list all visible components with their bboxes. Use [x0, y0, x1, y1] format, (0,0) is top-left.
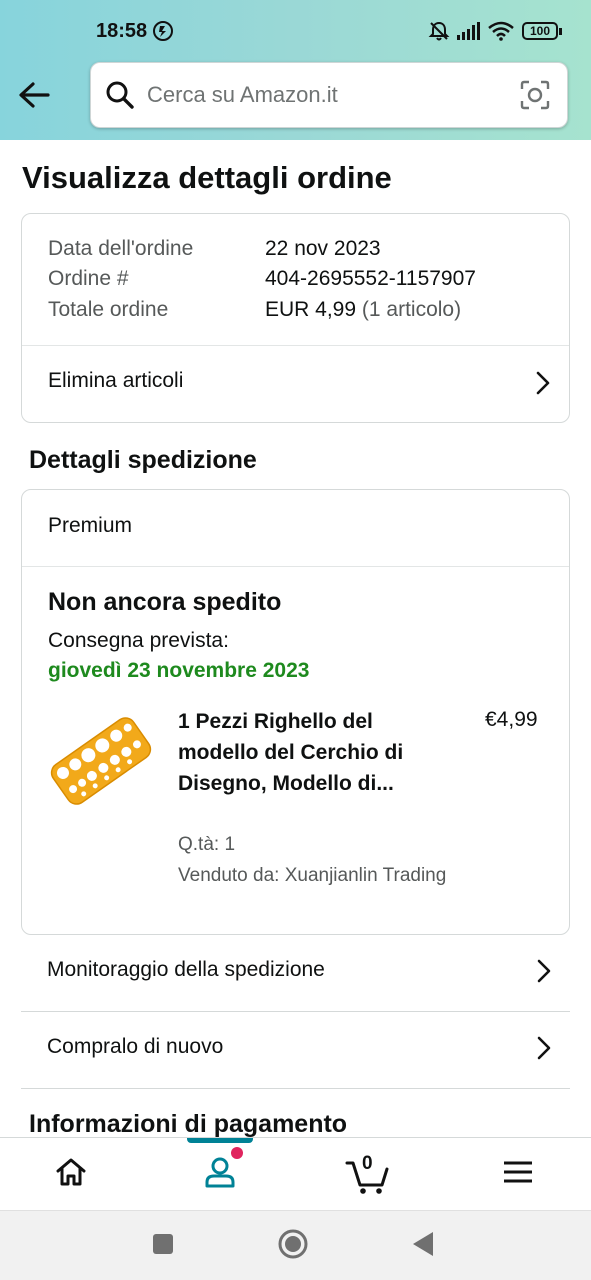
track-shipment-label: Monitoraggio della spedizione: [47, 958, 325, 981]
order-date-value: 22 nov 2023: [265, 237, 381, 260]
account-icon: [203, 1147, 243, 1194]
divider: [22, 566, 569, 567]
nav-account[interactable]: [170, 1138, 270, 1211]
shipment-card: Premium Non ancora spedito Consegna prev…: [21, 489, 570, 935]
product-price: €4,99: [485, 708, 538, 731]
product-seller: Venduto da: Xuanjianlin Trading: [178, 865, 447, 886]
silent-icon: [428, 18, 450, 44]
shipment-status: Non ancora spedito: [48, 588, 282, 616]
triangle-back-icon: [411, 1231, 435, 1262]
back-system-button[interactable]: [406, 1229, 440, 1263]
nav-cart[interactable]: 0: [318, 1138, 418, 1211]
buy-again-row[interactable]: Compralo di nuovo: [21, 1011, 570, 1087]
buy-again-label: Compralo di nuovo: [47, 1035, 224, 1058]
search-input[interactable]: [147, 73, 507, 117]
notification-dot: [231, 1147, 243, 1159]
order-number-label: Ordine #: [48, 267, 129, 290]
payment-section-title: Informazioni di pagamento: [29, 1110, 348, 1138]
order-summary-card: Data dell'ordine 22 nov 2023 Ordine # 40…: [21, 213, 570, 423]
chevron-right-icon: [535, 370, 551, 401]
order-number-value: 404-2695552-1157907: [265, 267, 476, 290]
bottom-nav: 0: [0, 1137, 591, 1210]
delivery-date: giovedì 23 novembre 2023: [48, 659, 310, 682]
track-shipment-row[interactable]: Monitoraggio della spedizione: [21, 934, 570, 1010]
order-date-label: Data dell'ordine: [48, 237, 194, 260]
order-total-amount: EUR 4,99: [265, 298, 357, 321]
search-box[interactable]: [90, 62, 568, 128]
nav-menu[interactable]: [468, 1138, 568, 1211]
recents-button[interactable]: [146, 1229, 180, 1263]
status-time: 18:58: [96, 20, 148, 42]
home-icon: [55, 1157, 87, 1192]
chevron-right-icon: [536, 1035, 552, 1066]
product-quantity: Q.tà: 1: [178, 834, 236, 855]
top-bar: 18:58 100: [0, 0, 591, 140]
back-button[interactable]: [14, 78, 54, 112]
divider: [21, 1088, 570, 1089]
page-title: Visualizza dettagli ordine: [22, 160, 392, 195]
order-total-value: EUR 4,99 (1 articolo): [265, 298, 461, 322]
camera-scan-icon[interactable]: [519, 79, 551, 116]
shipping-type: Premium: [48, 514, 133, 537]
chevron-right-icon: [536, 958, 552, 989]
system-nav-bar: [0, 1210, 591, 1280]
data-saver-icon: [152, 18, 174, 44]
product-title[interactable]: 1 Pezzi Righello del modello del Cerchio…: [178, 706, 408, 799]
battery-level: 100: [522, 22, 558, 40]
status-bar: 18:58 100: [0, 0, 591, 62]
home-system-button[interactable]: [276, 1229, 310, 1263]
order-total-items: (1 articolo): [361, 298, 462, 321]
menu-icon: [503, 1160, 533, 1189]
search-icon: [105, 80, 135, 115]
signal-icon: [456, 18, 482, 44]
order-total-label: Totale ordine: [48, 298, 169, 321]
battery-icon: 100: [522, 18, 562, 44]
cart-icon: 0: [345, 1152, 391, 1195]
product-image[interactable]: [48, 708, 154, 814]
delivery-label: Consegna prevista:: [48, 629, 229, 652]
shipment-section-title: Dettagli spedizione: [29, 446, 257, 474]
wifi-icon: [488, 18, 514, 44]
delete-items-label: Elimina articoli: [48, 369, 184, 392]
delete-items-row[interactable]: Elimina articoli: [22, 346, 569, 422]
circle-icon: [277, 1228, 309, 1265]
cart-count: 0: [362, 1152, 373, 1174]
nav-home[interactable]: [21, 1138, 121, 1211]
square-icon: [152, 1233, 174, 1260]
